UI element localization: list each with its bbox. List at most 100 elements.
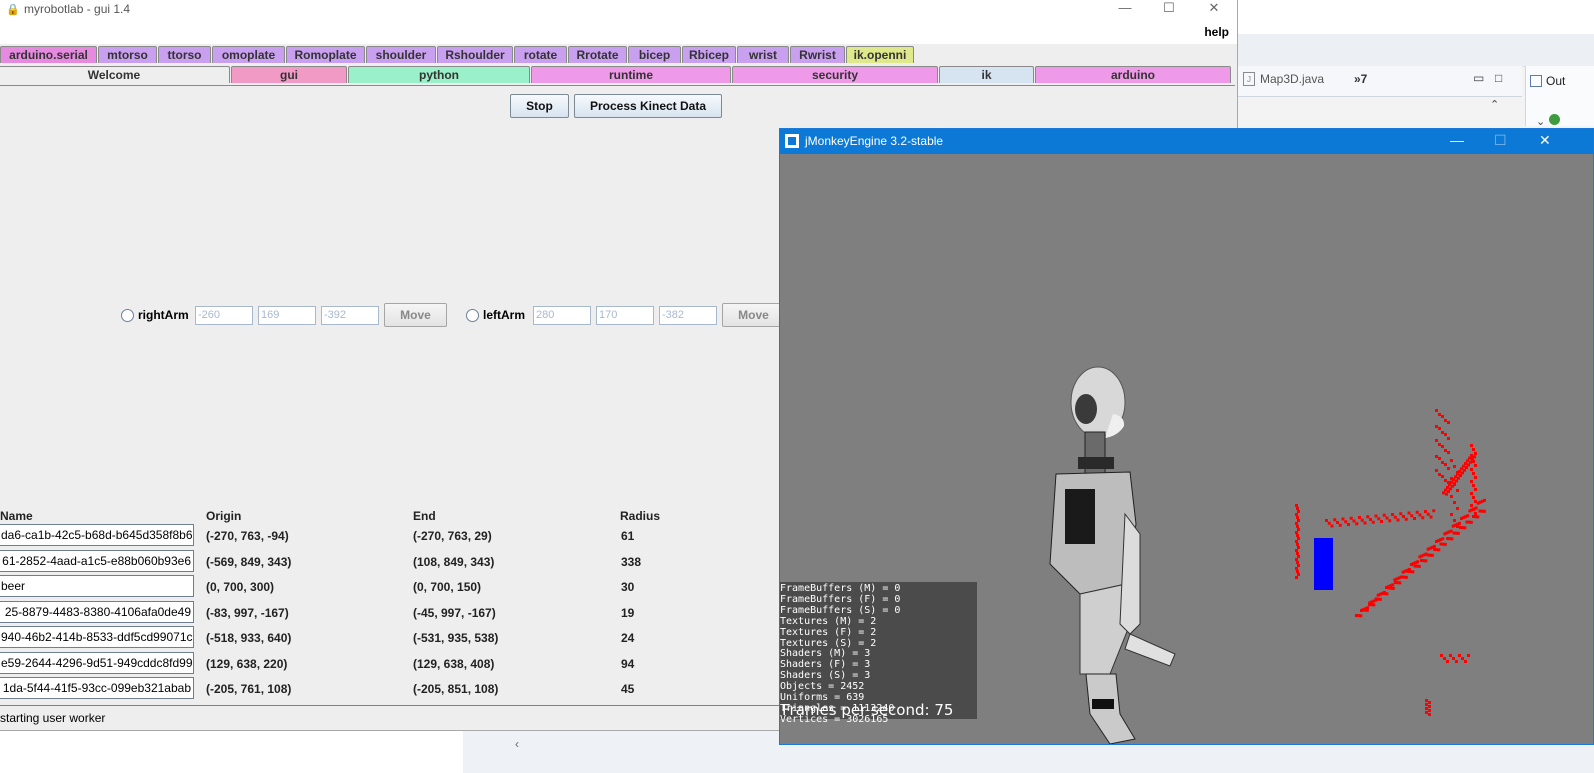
stat-line: Shaders (F) = 3 — [780, 659, 871, 671]
tab-romoplate[interactable]: Romoplate — [286, 46, 365, 63]
table-cell-end: (0, 700, 150) — [413, 580, 482, 594]
tab-arduino[interactable]: arduino — [1035, 66, 1231, 83]
table-cell-end: (108, 849, 343) — [413, 554, 495, 569]
tab-ik-openni[interactable]: ik.openni — [846, 46, 914, 63]
ide-class-icon — [1549, 114, 1560, 125]
outline-label[interactable]: Out — [1546, 74, 1565, 88]
left-arm-radio[interactable] — [466, 309, 479, 322]
tab-bicep[interactable]: bicep — [628, 46, 681, 63]
tab-rbicep[interactable]: Rbicep — [682, 46, 736, 63]
stat-line: Shaders (M) = 3 — [780, 648, 871, 660]
app-icon: 🔒 — [6, 4, 20, 16]
table-cell-end: (-270, 763, 29) — [413, 529, 492, 543]
jme-titlebar: jMonkeyEngine 3.2-stable — ☐ ✕ — [780, 129, 1593, 154]
ide-tab-map3d[interactable]: J Map3D.java — [1243, 72, 1324, 86]
robot-model — [1049, 366, 1176, 744]
stat-line: Textures (F) = 2 — [780, 626, 877, 638]
table-cell-name[interactable]: 1da-5f44-41f5-93cc-099eb321abab — [0, 677, 194, 699]
col-header-origin: Origin — [206, 509, 242, 523]
table-cell-name[interactable]: da6-ca1b-42c5-b68d-b645d358f8b6 — [0, 524, 194, 546]
tab-ttorso[interactable]: ttorso — [158, 46, 211, 63]
table-cell-origin: (0, 700, 300) — [206, 580, 275, 594]
stop-button[interactable]: Stop — [510, 94, 569, 118]
left-arm-z-input[interactable]: -382 — [659, 306, 717, 325]
jme-title: jMonkeyEngine 3.2-stable — [805, 134, 944, 148]
tab-python[interactable]: python — [348, 66, 530, 83]
jme-maximize-button[interactable]: ☐ — [1494, 132, 1507, 149]
left-arm-y-input[interactable]: 170 — [596, 306, 654, 325]
minimize-button[interactable]: — — [1102, 0, 1148, 16]
col-header-end: End — [413, 509, 436, 523]
maximize-button[interactable]: ☐ — [1146, 0, 1192, 16]
ide-top-bar — [1237, 0, 1594, 34]
right-arm-y-input[interactable]: 169 — [258, 306, 316, 325]
table-cell-end: (-45, 997, -167) — [413, 605, 496, 620]
tab-rrotate[interactable]: Rrotate — [568, 46, 627, 63]
table-cell-origin: (-205, 761, 108) — [206, 682, 292, 696]
tab-rwrist[interactable]: Rwrist — [790, 46, 845, 63]
window-title: myrobotlab - gui 1.4 — [24, 2, 131, 16]
jme-minimize-button[interactable]: — — [1450, 132, 1464, 148]
right-arm-radio[interactable] — [121, 309, 134, 322]
table-cell-origin: (-83, 997, -167) — [206, 605, 289, 620]
tab-welcome[interactable]: Welcome — [0, 66, 230, 83]
stat-line: Textures (M) = 2 — [780, 615, 877, 627]
table-cell-radius: 94 — [621, 656, 635, 671]
outline-icon — [1530, 75, 1542, 87]
process-kinect-button[interactable]: Process Kinect Data — [574, 94, 722, 118]
right-arm-label: rightArm — [138, 308, 189, 322]
right-arm-x-input[interactable]: -260 — [195, 306, 253, 325]
table-cell-radius: 45 — [621, 682, 635, 696]
tab-ik[interactable]: ik — [939, 66, 1034, 83]
tab-wrist[interactable]: wrist — [737, 46, 789, 63]
ide-maximize-icon[interactable]: □ — [1495, 71, 1502, 85]
col-header-radius: Radius — [620, 509, 661, 523]
jme-close-button[interactable]: ✕ — [1539, 132, 1551, 149]
tab-rshoulder[interactable]: Rshoulder — [437, 46, 513, 63]
table-cell-origin: (-518, 933, 640) — [206, 631, 292, 645]
left-arm-move-button[interactable]: Move — [722, 303, 785, 327]
tab-shoulder[interactable]: shoulder — [366, 46, 436, 63]
fps-counter: Frames per second: 75 — [782, 701, 954, 719]
status-text: starting user worker — [0, 711, 106, 725]
java-file-icon: J — [1243, 72, 1255, 86]
tab-arduino-serial[interactable]: arduino.serial — [0, 46, 97, 63]
ide-minimize-icon[interactable]: ▭ — [1473, 71, 1484, 85]
jme-logo-icon — [785, 134, 799, 148]
right-arm-move-button[interactable]: Move — [384, 303, 447, 327]
table-cell-end: (-531, 935, 538) — [413, 631, 499, 645]
menubar: help — [0, 22, 1237, 44]
ide-toolbar — [1237, 34, 1594, 67]
tab-omoplate[interactable]: omoplate — [212, 46, 285, 63]
blue-cylinder — [1314, 538, 1333, 590]
table-cell-name[interactable]: beer — [0, 575, 194, 597]
tab-mtorso[interactable]: mtorso — [98, 46, 157, 63]
table-cell-radius: 338 — [621, 554, 642, 569]
table-cell-radius: 19 — [621, 605, 635, 620]
table-cell-name[interactable]: 61-2852-4aad-a1c5-e88b060b93e6 — [0, 549, 194, 572]
table-cell-end: (-205, 851, 108) — [413, 682, 499, 696]
right-arm-z-input[interactable]: -392 — [321, 306, 379, 325]
table-cell-end: (129, 638, 408) — [413, 656, 495, 671]
table-cell-name[interactable]: 940-46b2-414b-8533-ddf5cd99071c — [0, 626, 194, 648]
table-cell-name[interactable]: e59-2644-4296-9d51-949cddc8fd99 — [0, 651, 194, 674]
ide-chevron-down-icon[interactable]: ⌄ — [1536, 115, 1545, 128]
stat-line: Textures (S) = 2 — [780, 637, 877, 649]
table-cell-origin: (-569, 849, 343) — [206, 554, 292, 569]
tab-rotate[interactable]: rotate — [514, 46, 567, 63]
tab-security[interactable]: security — [732, 66, 938, 83]
table-cell-name[interactable]: 25-8879-4483-8380-4106afa0de49 — [0, 600, 194, 623]
table-cell-origin: (-270, 763, -94) — [206, 529, 289, 543]
tab-gui[interactable]: gui — [231, 66, 347, 83]
close-button[interactable]: ✕ — [1191, 0, 1237, 16]
ide-scroll-up-icon[interactable]: ⌃ — [1490, 98, 1499, 111]
ide-more-tabs[interactable]: »7 — [1354, 72, 1367, 86]
ide-scroll-left-icon[interactable]: ‹ — [515, 737, 519, 751]
help-menu[interactable]: help — [1204, 25, 1229, 39]
tab-runtime[interactable]: runtime — [531, 66, 731, 83]
col-header-name: Name — [0, 509, 33, 523]
left-arm-x-input[interactable]: 280 — [533, 306, 591, 325]
table-cell-radius: 61 — [621, 529, 635, 543]
stat-line: Shaders (S) = 3 — [780, 670, 871, 682]
mrl-titlebar: 🔒 myrobotlab - gui 1.4 — ☐ ✕ — [0, 0, 1237, 22]
